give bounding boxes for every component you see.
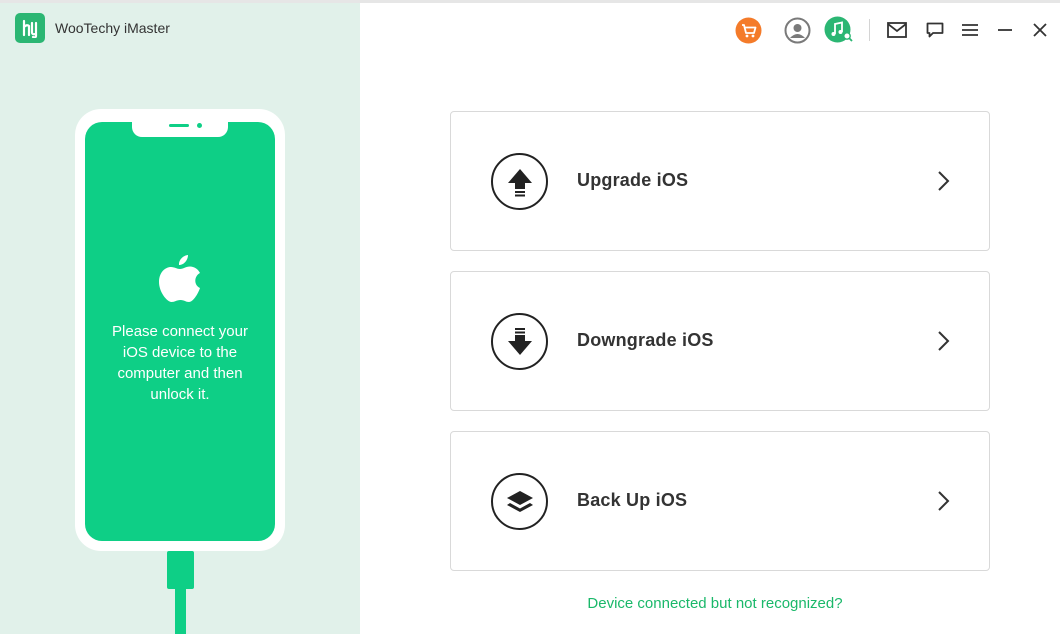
chevron-right-icon [938, 171, 950, 191]
back-up-ios-card[interactable]: Back Up iOS [450, 431, 990, 571]
feedback-icon[interactable] [923, 15, 947, 45]
upgrade-ios-card[interactable]: Upgrade iOS [450, 111, 990, 251]
chevron-right-icon [938, 491, 950, 511]
downgrade-ios-card[interactable]: Downgrade iOS [450, 271, 990, 411]
connect-device-message: Please connect your iOS device to the co… [112, 323, 248, 403]
layers-icon [491, 473, 548, 530]
upgrade-ios-label: Upgrade iOS [577, 170, 689, 190]
app-title: WooTechy iMaster [55, 20, 170, 36]
cable [175, 587, 186, 634]
toolbar-divider [869, 19, 870, 41]
device-not-recognized-link[interactable]: Device connected but not recognized? [450, 595, 980, 612]
cart-icon[interactable] [733, 15, 763, 45]
phone-illustration: Please connect your iOS device to the co… [75, 109, 285, 551]
wootechy-logo-icon [15, 13, 45, 43]
account-icon[interactable] [782, 15, 812, 45]
upload-arrow-icon [491, 153, 548, 210]
download-arrow-icon [491, 313, 548, 370]
phone-notch [132, 121, 228, 137]
apple-icon [159, 255, 200, 302]
menu-icon[interactable] [959, 15, 981, 45]
app-window: WooTechy iMaster Please connect your iOS… [0, 0, 1060, 634]
device-panel: WooTechy iMaster Please connect your iOS… [0, 3, 360, 634]
minimize-icon[interactable] [994, 15, 1016, 45]
cable-connector [167, 551, 194, 589]
chevron-right-icon [938, 331, 950, 351]
phone-screen: Please connect your iOS device to the co… [85, 121, 275, 541]
music-search-icon[interactable] [824, 15, 856, 45]
close-icon[interactable] [1029, 15, 1051, 45]
downgrade-ios-label: Downgrade iOS [577, 330, 714, 350]
mail-icon[interactable] [885, 15, 909, 45]
back-up-ios-label: Back Up iOS [577, 490, 688, 510]
